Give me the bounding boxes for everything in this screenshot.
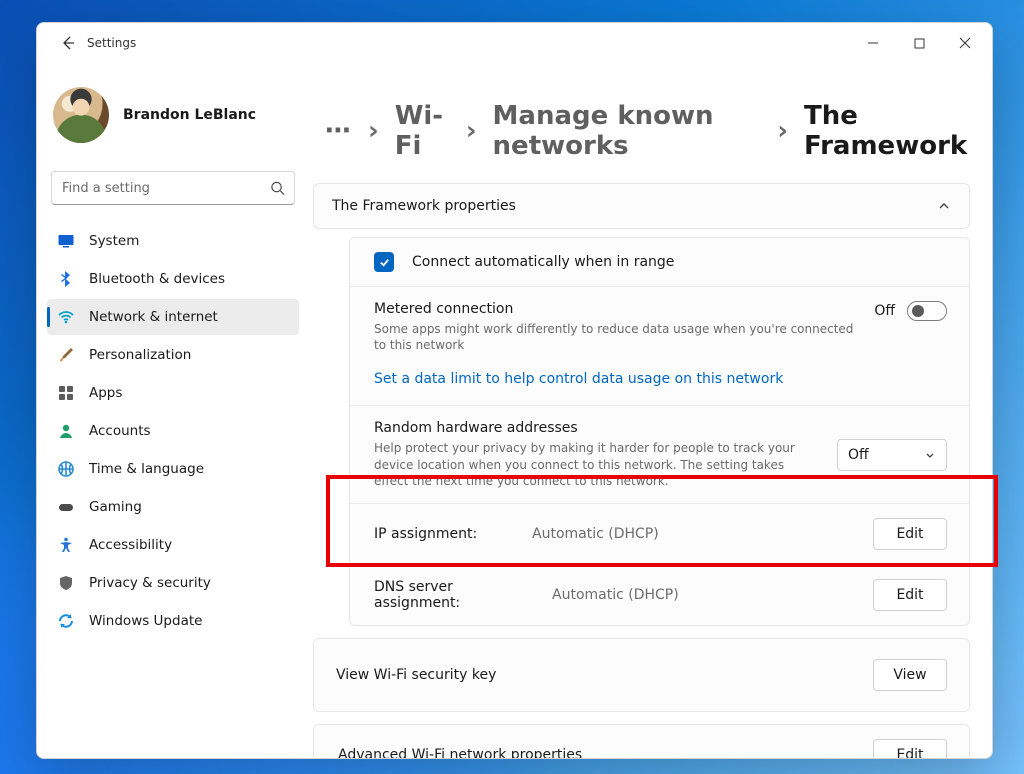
avatar bbox=[53, 87, 109, 143]
chevron-right-icon: › bbox=[466, 116, 477, 146]
close-icon bbox=[959, 37, 971, 49]
sidebar-item-label: Network & internet bbox=[89, 309, 218, 325]
metered-title: Metered connection bbox=[374, 301, 856, 317]
sidebar-item-privacy[interactable]: Privacy & security bbox=[47, 565, 299, 601]
dns-edit-button[interactable]: Edit bbox=[873, 579, 947, 611]
search-input[interactable] bbox=[51, 171, 295, 205]
row-metered: Metered connection Some apps might work … bbox=[350, 286, 969, 405]
sidebar-item-update[interactable]: Windows Update bbox=[47, 603, 299, 639]
display-icon bbox=[57, 232, 75, 250]
checkbox-checked-icon[interactable] bbox=[374, 252, 394, 272]
titlebar: Settings bbox=[37, 23, 992, 63]
select-value: Off bbox=[848, 447, 869, 463]
minimize-icon bbox=[867, 37, 879, 49]
sidebar-item-label: Personalization bbox=[89, 347, 191, 363]
random-mac-title: Random hardware addresses bbox=[374, 420, 819, 436]
chevron-right-icon: › bbox=[368, 116, 379, 146]
user-account-button[interactable]: Brandon LeBlanc bbox=[45, 67, 301, 159]
sidebar-item-label: Time & language bbox=[89, 461, 204, 477]
sidebar-item-label: Accessibility bbox=[89, 537, 172, 553]
sidebar-item-network[interactable]: Network & internet bbox=[47, 299, 299, 335]
auto-connect-label: Connect automatically when in range bbox=[412, 254, 947, 270]
minimize-button[interactable] bbox=[850, 27, 896, 59]
sidebar-item-label: Bluetooth & devices bbox=[89, 271, 225, 287]
search-field[interactable] bbox=[51, 171, 295, 205]
chevron-up-icon bbox=[937, 199, 951, 213]
settings-window: Settings Brandon LeBlanc bbox=[36, 22, 993, 759]
random-mac-sub: Help protect your privacy by making it h… bbox=[374, 440, 819, 489]
search-icon bbox=[270, 181, 285, 196]
sidebar-item-bluetooth[interactable]: Bluetooth & devices bbox=[47, 261, 299, 297]
main-content: ⋯ › Wi-Fi › Manage known networks › The … bbox=[309, 63, 992, 758]
chevron-down-icon bbox=[924, 449, 936, 461]
ip-edit-button[interactable]: Edit bbox=[873, 518, 947, 550]
maximize-button[interactable] bbox=[896, 27, 942, 59]
chevron-right-icon: › bbox=[777, 116, 788, 146]
ip-label: IP assignment: bbox=[374, 526, 514, 542]
advanced-edit-button[interactable]: Edit bbox=[873, 739, 947, 758]
wifi-icon bbox=[57, 308, 75, 326]
paintbrush-icon bbox=[57, 346, 75, 364]
sidebar-item-personalization[interactable]: Personalization bbox=[47, 337, 299, 373]
accessibility-icon bbox=[57, 536, 75, 554]
sidebar-item-label: Apps bbox=[89, 385, 122, 401]
update-icon bbox=[57, 612, 75, 630]
gamepad-icon bbox=[57, 498, 75, 516]
bluetooth-icon bbox=[57, 270, 75, 288]
breadcrumb-manage-known[interactable]: Manage known networks bbox=[493, 101, 762, 161]
close-button[interactable] bbox=[942, 27, 988, 59]
sidebar-item-label: System bbox=[89, 233, 139, 249]
properties-expander[interactable]: The Framework properties bbox=[313, 183, 970, 229]
metered-sub: Some apps might work differently to redu… bbox=[374, 321, 856, 353]
toggle-label: Off bbox=[874, 303, 895, 319]
sidebar-item-label: Privacy & security bbox=[89, 575, 211, 591]
maximize-icon bbox=[914, 38, 925, 49]
data-limit-link[interactable]: Set a data limit to help control data us… bbox=[374, 361, 947, 405]
ip-value: Automatic (DHCP) bbox=[532, 526, 659, 542]
sidebar-item-accounts[interactable]: Accounts bbox=[47, 413, 299, 449]
user-name: Brandon LeBlanc bbox=[123, 107, 256, 123]
dns-value: Automatic (DHCP) bbox=[552, 587, 679, 603]
sidebar-item-label: Gaming bbox=[89, 499, 142, 515]
breadcrumb-wifi[interactable]: Wi-Fi bbox=[395, 101, 450, 161]
toggle-off-icon bbox=[907, 301, 947, 321]
security-key-label: View Wi-Fi security key bbox=[336, 667, 496, 683]
dns-label: DNS server assignment: bbox=[374, 579, 534, 611]
row-security-key: View Wi-Fi security key View bbox=[313, 638, 970, 712]
sidebar-item-accessibility[interactable]: Accessibility bbox=[47, 527, 299, 563]
apps-icon bbox=[57, 384, 75, 402]
nav-list: System Bluetooth & devices Network & int… bbox=[45, 223, 301, 639]
shield-icon bbox=[57, 574, 75, 592]
arrow-left-icon bbox=[60, 35, 76, 51]
sidebar-item-apps[interactable]: Apps bbox=[47, 375, 299, 411]
row-auto-connect[interactable]: Connect automatically when in range bbox=[350, 238, 969, 286]
window-title: Settings bbox=[87, 36, 136, 50]
sidebar-item-gaming[interactable]: Gaming bbox=[47, 489, 299, 525]
sidebar-item-time[interactable]: Time & language bbox=[47, 451, 299, 487]
row-random-mac: Random hardware addresses Help protect y… bbox=[350, 405, 969, 503]
globe-clock-icon bbox=[57, 460, 75, 478]
breadcrumb-current: The Framework bbox=[804, 101, 970, 161]
sidebar-item-system[interactable]: System bbox=[47, 223, 299, 259]
breadcrumb-ellipsis[interactable]: ⋯ bbox=[321, 116, 352, 146]
expander-title: The Framework properties bbox=[332, 198, 516, 214]
sidebar-item-label: Accounts bbox=[89, 423, 151, 439]
back-button[interactable] bbox=[51, 26, 85, 60]
view-security-key-button[interactable]: View bbox=[873, 659, 947, 691]
metered-toggle[interactable]: Off bbox=[874, 301, 947, 321]
properties-group: Connect automatically when in range Mete… bbox=[349, 237, 970, 626]
random-mac-select[interactable]: Off bbox=[837, 439, 947, 471]
breadcrumb: ⋯ › Wi-Fi › Manage known networks › The … bbox=[321, 101, 970, 161]
sidebar: Brandon LeBlanc System Bluetooth & devic… bbox=[37, 63, 309, 758]
row-advanced-properties: Advanced Wi-Fi network properties Edit bbox=[313, 724, 970, 758]
row-ip-assignment: IP assignment: Automatic (DHCP) Edit bbox=[350, 503, 969, 564]
person-icon bbox=[57, 422, 75, 440]
row-dns-assignment: DNS server assignment: Automatic (DHCP) … bbox=[350, 564, 969, 625]
sidebar-item-label: Windows Update bbox=[89, 613, 202, 629]
advanced-label: Advanced Wi-Fi network properties bbox=[338, 747, 582, 758]
